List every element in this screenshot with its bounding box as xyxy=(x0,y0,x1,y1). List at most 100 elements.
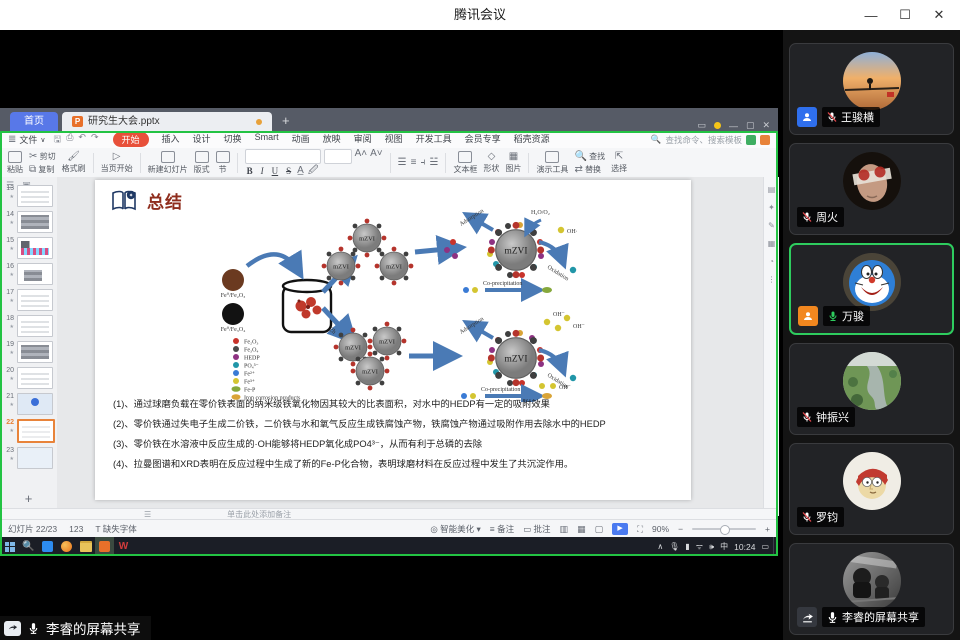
participant-tile-zhongzhenxing[interactable]: 钟振兴 xyxy=(789,343,954,435)
collaborate-icon[interactable] xyxy=(746,135,756,145)
menu-smart[interactable]: Smart xyxy=(255,132,279,147)
replace-button[interactable]: ⇄ 替换 xyxy=(574,164,605,175)
minimize-button[interactable]: — xyxy=(854,0,888,30)
redo-icon[interactable]: ↷ xyxy=(91,132,99,148)
section-button[interactable]: 节 xyxy=(216,151,230,175)
taskbar-wps-active-app[interactable] xyxy=(95,537,114,556)
tray-wifi-icon[interactable]: ᯤ xyxy=(696,541,703,552)
taskbar-explorer-app[interactable] xyxy=(76,537,95,556)
print-icon[interactable]: ⎙ xyxy=(66,132,73,148)
participant-tile-wangjunheng[interactable]: 王骏横 xyxy=(789,43,954,135)
slide-thumb-19[interactable]: 19★ xyxy=(2,341,55,363)
font-family-select[interactable] xyxy=(245,149,321,164)
taskbar-meeting-app[interactable] xyxy=(38,537,57,556)
slide-thumb-13[interactable]: 13★ xyxy=(2,185,55,207)
missing-font-warning[interactable]: T 缺失字体 xyxy=(95,523,136,535)
participant-tile-wanjun-speaking[interactable]: 万骏 xyxy=(789,243,954,335)
underline-button[interactable]: U xyxy=(270,166,281,176)
picture-button[interactable]: ▦图片 xyxy=(505,152,521,174)
zoom-slider[interactable] xyxy=(692,528,756,530)
font-color-icon[interactable]: A̲ xyxy=(297,166,304,176)
sorter-view-icon[interactable]: ▦ xyxy=(577,524,586,535)
tray-mic-icon[interactable]: 🎙 xyxy=(669,542,679,551)
wps-close-icon[interactable]: ✕ xyxy=(762,120,770,131)
presentation-tools-button[interactable]: 演示工具 xyxy=(536,151,568,175)
slide-thumb-20[interactable]: 20★ xyxy=(2,367,55,389)
notes-toggle[interactable]: ≡ 备注 xyxy=(490,523,514,535)
menu-member[interactable]: 会员专享 xyxy=(465,132,501,147)
slide-thumb-18[interactable]: 18★ xyxy=(2,315,55,337)
taskbar-search-icon[interactable]: 🔍 xyxy=(19,537,38,556)
menu-design[interactable]: 设计 xyxy=(193,132,211,147)
show-desktop-button[interactable] xyxy=(773,537,778,556)
file-menu[interactable]: ≣ 文件∨ xyxy=(8,133,46,146)
strikethrough-button[interactable]: S xyxy=(284,166,293,176)
tray-volume-icon[interactable]: 🕪 xyxy=(709,542,714,552)
reading-view-icon[interactable]: ▢ xyxy=(595,524,604,535)
slide-thumb-23[interactable]: 23★ xyxy=(2,447,55,469)
menu-insert[interactable]: 插入 xyxy=(162,132,180,147)
wps-new-tab-button[interactable]: + xyxy=(282,111,290,131)
slide-thumb-21[interactable]: 21★ xyxy=(2,393,55,415)
zoom-out-button[interactable]: − xyxy=(678,524,683,534)
paste-button[interactable]: 粘贴 xyxy=(7,151,23,175)
layout-button[interactable]: 版式 xyxy=(194,151,210,175)
slide-thumb-17[interactable]: 17★ xyxy=(2,289,55,311)
menu-slideshow[interactable]: 放映 xyxy=(323,132,341,147)
font-grow-icon[interactable]: A˄ xyxy=(355,149,368,164)
new-slide-button[interactable]: 新建幻灯片 xyxy=(148,151,188,175)
zoom-in-button[interactable]: + xyxy=(765,524,770,534)
help-pane-icon[interactable]: ◔ xyxy=(769,257,774,266)
tray-expand-icon[interactable]: ∧ xyxy=(657,542,663,551)
menu-review[interactable]: 审阅 xyxy=(354,132,372,147)
start-button[interactable] xyxy=(0,537,19,556)
close-button[interactable]: ✕ xyxy=(922,0,956,30)
font-size-select[interactable] xyxy=(324,149,352,164)
normal-view-icon[interactable]: ▥ xyxy=(560,524,569,535)
align-center-icon[interactable]: ☱ xyxy=(429,158,438,168)
participant-tile-lirui-screenshare[interactable]: 李睿的屏幕共享 xyxy=(789,543,954,635)
select-button[interactable]: ⇱选择 xyxy=(611,152,627,174)
participant-tile-luojun[interactable]: 罗钧 xyxy=(789,443,954,535)
fit-icon[interactable]: ⛶ xyxy=(637,524,643,535)
textbox-button[interactable]: 文本框 xyxy=(453,151,477,175)
slide-canvas[interactable]: ✦ 总结 xyxy=(57,177,763,508)
taskbar-browser-app[interactable] xyxy=(57,537,76,556)
slide-thumb-16[interactable]: 16★ xyxy=(2,263,55,285)
highlight-icon[interactable]: 🖉 xyxy=(308,166,319,176)
italic-button[interactable]: I xyxy=(259,166,266,176)
menu-view[interactable]: 视图 xyxy=(385,132,403,147)
selection-pane-icon[interactable]: ▦ xyxy=(768,239,776,248)
tray-ime-indicator[interactable]: 中 xyxy=(720,541,728,552)
menu-docer[interactable]: 稻壳资源 xyxy=(514,132,550,147)
cut-button[interactable]: ✂ 剪切 xyxy=(29,151,56,162)
menu-devtools[interactable]: 开发工具 xyxy=(416,132,452,147)
format-painter-button[interactable]: 🖌格式刷 xyxy=(62,152,86,174)
comments-toggle[interactable]: ▭ 批注 xyxy=(523,523,550,535)
comment-pane-icon[interactable]: ✎ xyxy=(768,221,775,230)
properties-icon[interactable]: ▤ xyxy=(768,185,776,194)
beautify-button[interactable]: ◎ 智能美化 ▾ xyxy=(430,523,480,535)
bold-button[interactable]: B xyxy=(245,166,255,176)
find-button[interactable]: 🔍 查找 xyxy=(574,151,605,162)
menu-transition[interactable]: 切换 xyxy=(224,132,242,147)
align-left-icon[interactable]: ⫞ xyxy=(420,158,425,168)
slide-thumb-15[interactable]: 15★ xyxy=(2,237,55,259)
more-pane-icon[interactable]: ⋮ xyxy=(768,275,776,284)
wps-home-tab[interactable]: 首页 xyxy=(10,112,58,131)
participant-tile-zhouhuo[interactable]: 周火 xyxy=(789,143,954,235)
numbered-list-icon[interactable]: ≡ xyxy=(411,158,417,168)
wps-document-tab[interactable]: P 研究生大会.pptx xyxy=(62,112,272,131)
tray-battery-icon[interactable]: ▮ xyxy=(685,542,689,551)
font-shrink-icon[interactable]: A˅ xyxy=(370,149,383,164)
add-slide-button[interactable]: + xyxy=(0,491,57,506)
play-from-current-button[interactable]: ▷当页开始 xyxy=(101,152,133,174)
slide-thumb-22-current[interactable]: 22★ xyxy=(2,419,55,443)
bullet-list-icon[interactable]: ☰ xyxy=(398,158,407,168)
animation-pane-icon[interactable]: ✦ xyxy=(768,203,775,212)
taskbar-wps-writer-app[interactable]: W xyxy=(114,537,133,556)
menu-home[interactable]: 开始 xyxy=(113,132,149,147)
slide-thumbnail-panel[interactable]: ☰ ▣ 13★ 14★ 15★ 16★ xyxy=(0,177,58,508)
wps-message-icon[interactable]: ▭ xyxy=(697,120,706,131)
slideshow-play-button[interactable]: ▶ xyxy=(612,523,628,535)
